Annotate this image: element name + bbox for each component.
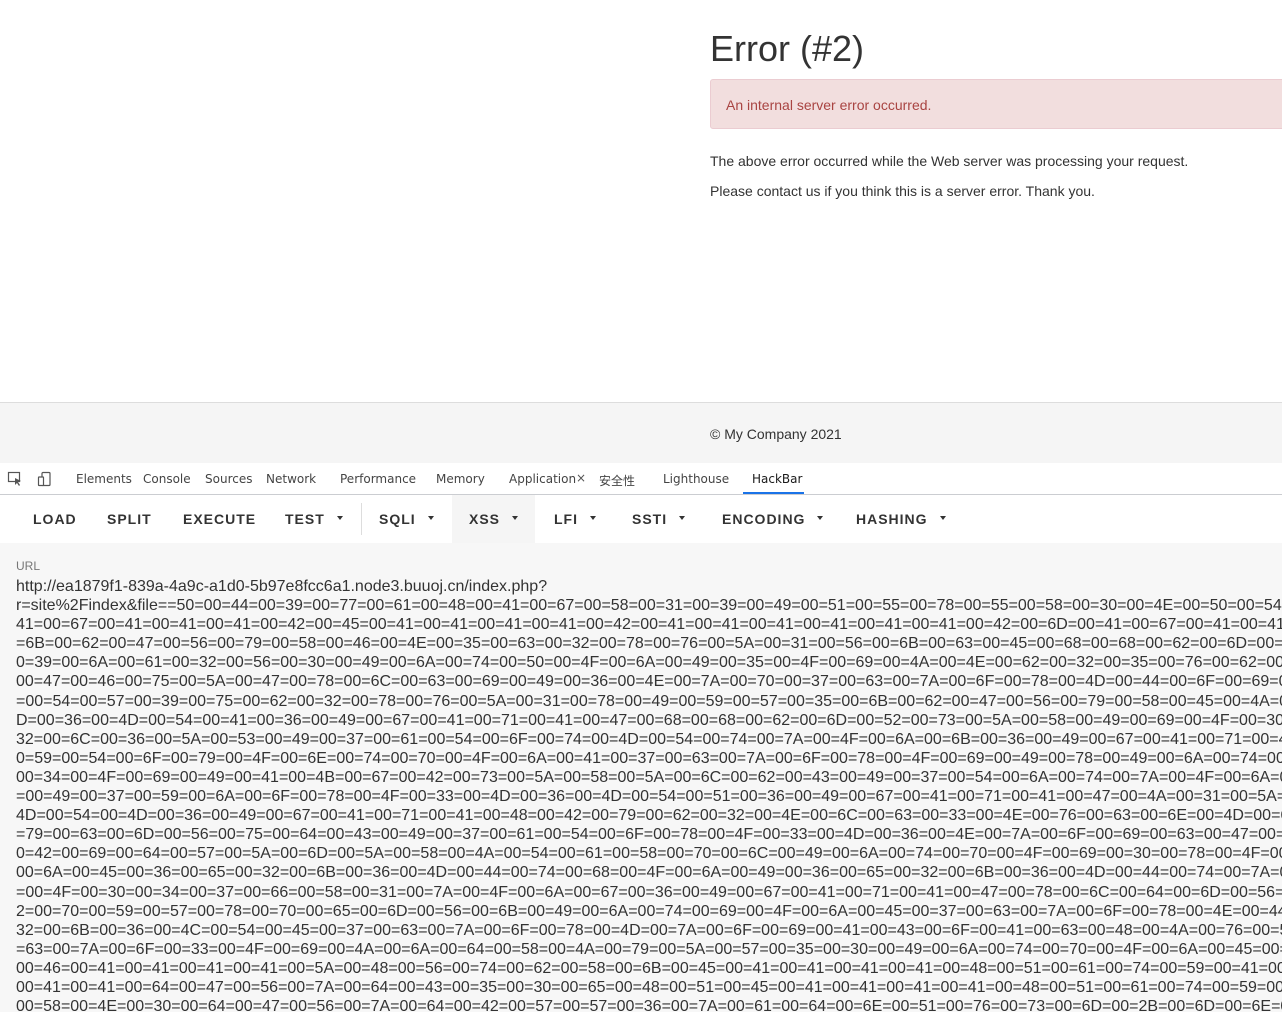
url-line: 00=6A=00=45=00=36=00=65=00=32=00=6B=00=3…	[16, 864, 1282, 882]
lfi-label: LFI	[554, 511, 578, 527]
execute-label: EXECUTE	[183, 511, 257, 527]
device-toolbar-icon[interactable]	[37, 471, 53, 487]
caret-down-icon	[817, 516, 824, 521]
ssti-label: SSTI	[632, 511, 668, 527]
url-line: 41=00=67=00=41=00=41=00=41=00=42=00=45=0…	[16, 616, 1282, 634]
sqli-label: SQLI	[379, 511, 416, 527]
url-line: 0=39=00=6A=00=61=00=32=00=56=00=30=00=49…	[16, 654, 1282, 672]
caret-down-icon	[427, 516, 434, 521]
load-button[interactable]: LOAD	[16, 495, 94, 543]
ssti-menu-button[interactable]: SSTI	[615, 495, 702, 543]
url-line: =00=4F=00=30=00=34=00=37=00=66=00=58=00=…	[16, 883, 1282, 901]
xss-menu-button[interactable]: XSS	[452, 495, 536, 543]
copyright-text: © My Company 2021	[710, 426, 842, 442]
url-line: 32=00=6C=00=36=00=5A=00=53=00=49=00=37=0…	[16, 730, 1282, 748]
devtools-tab-bar: Elements Console Sources Network Perform…	[0, 463, 1282, 495]
url-line: =79=00=63=00=6D=00=56=00=75=00=64=00=43=…	[16, 826, 1282, 844]
active-tab-indicator	[743, 492, 804, 494]
xss-label: XSS	[469, 511, 501, 527]
hackbar-toolbar: LOAD SPLIT EXECUTE TEST SQLI XSS LFI SST…	[0, 495, 1282, 543]
alert-text: An internal server error occurred.	[726, 97, 932, 113]
hashing-menu-button[interactable]: HASHING	[839, 495, 963, 543]
error-alert: An internal server error occurred.	[710, 79, 1282, 129]
test-menu-button[interactable]: TEST	[268, 495, 360, 543]
url-line: 32=00=6B=00=36=00=4C=00=54=00=45=00=37=0…	[16, 921, 1282, 939]
execute-button[interactable]: EXECUTE	[166, 495, 273, 543]
url-line: 00=58=00=4E=00=30=00=64=00=47=00=56=00=7…	[16, 998, 1282, 1012]
url-line: 0=42=00=69=00=64=00=57=00=5A=00=6D=00=5A…	[16, 845, 1282, 863]
url-line: D=00=36=00=4D=00=54=00=41=00=36=00=49=00…	[16, 711, 1282, 729]
error-title: Error (#2)	[710, 28, 865, 69]
url-line: 4D=00=54=00=4D=00=36=00=49=00=67=00=41=0…	[16, 807, 1282, 825]
page-footer: © My Company 2021	[0, 402, 1282, 463]
tab-security[interactable]: 安全性	[599, 472, 635, 489]
caret-down-icon	[590, 516, 596, 521]
url-line: 00=41=00=41=00=64=00=47=00=56=00=7A=00=6…	[16, 978, 1282, 996]
url-line: =63=00=7A=00=6F=00=33=00=4F=00=69=00=4A=…	[16, 940, 1282, 958]
url-line: 0=59=00=54=00=6F=00=79=00=4F=00=6E=00=74…	[16, 749, 1282, 767]
error-description: The above error occurred while the Web s…	[710, 153, 1189, 169]
tab-application[interactable]: Application	[509, 472, 576, 486]
tab-sources[interactable]: Sources	[205, 472, 252, 486]
encoding-label: ENCODING	[722, 511, 806, 527]
caret-down-icon	[939, 516, 946, 521]
web-page: Error (#2) An internal server error occu…	[0, 0, 1282, 402]
split-button[interactable]: SPLIT	[90, 495, 169, 543]
tab-hackbar[interactable]: HackBar	[752, 472, 802, 486]
url-line: 2=00=70=00=59=00=57=00=78=00=70=00=65=00…	[16, 902, 1282, 920]
url-line: r=site%2Findex&file==50=00=44=00=39=00=7…	[16, 597, 1282, 615]
close-icon[interactable]: ×	[576, 471, 586, 485]
load-label: LOAD	[33, 511, 77, 527]
tab-console[interactable]: Console	[143, 472, 191, 486]
tab-memory[interactable]: Memory	[436, 472, 485, 486]
contact-note: Please contact us if you think this is a…	[710, 183, 1095, 199]
test-label: TEST	[285, 511, 325, 527]
url-line: 00=34=00=4F=00=69=00=49=00=41=00=4B=00=6…	[16, 768, 1282, 786]
caret-down-icon	[679, 516, 686, 521]
caret-down-icon	[512, 516, 519, 521]
sqli-menu-button[interactable]: SQLI	[362, 495, 451, 543]
url-panel: URL http://ea1879f1-839a-4a9c-a1d0-5b97e…	[0, 543, 1282, 1012]
url-line: =00=54=00=57=00=39=00=75=00=62=00=32=00=…	[16, 692, 1282, 710]
tab-performance[interactable]: Performance	[340, 472, 416, 486]
inspect-element-icon[interactable]	[7, 471, 23, 487]
encoding-menu-button[interactable]: ENCODING	[705, 495, 840, 543]
caret-down-icon	[336, 516, 343, 521]
hashing-label: HASHING	[856, 511, 928, 527]
url-line: 00=46=00=41=00=41=00=41=00=41=00=5A=00=4…	[16, 959, 1282, 977]
tab-network[interactable]: Network	[266, 472, 316, 486]
lfi-menu-button[interactable]: LFI	[537, 495, 613, 543]
tab-elements[interactable]: Elements	[76, 472, 132, 486]
split-label: SPLIT	[107, 511, 152, 527]
url-label: URL	[16, 559, 41, 573]
url-line: 00=47=00=46=00=75=00=5A=00=47=00=78=00=6…	[16, 673, 1282, 691]
tab-lighthouse[interactable]: Lighthouse	[663, 472, 729, 486]
url-line: =6B=00=62=00=47=00=56=00=79=00=58=00=46=…	[16, 635, 1282, 653]
url-textarea[interactable]: http://ea1879f1-839a-4a9c-a1d0-5b97e8fcc…	[16, 577, 1282, 1012]
url-line: http://ea1879f1-839a-4a9c-a1d0-5b97e8fcc…	[16, 578, 548, 595]
url-line: =00=49=00=37=00=59=00=6A=00=6F=00=78=00=…	[16, 788, 1282, 806]
